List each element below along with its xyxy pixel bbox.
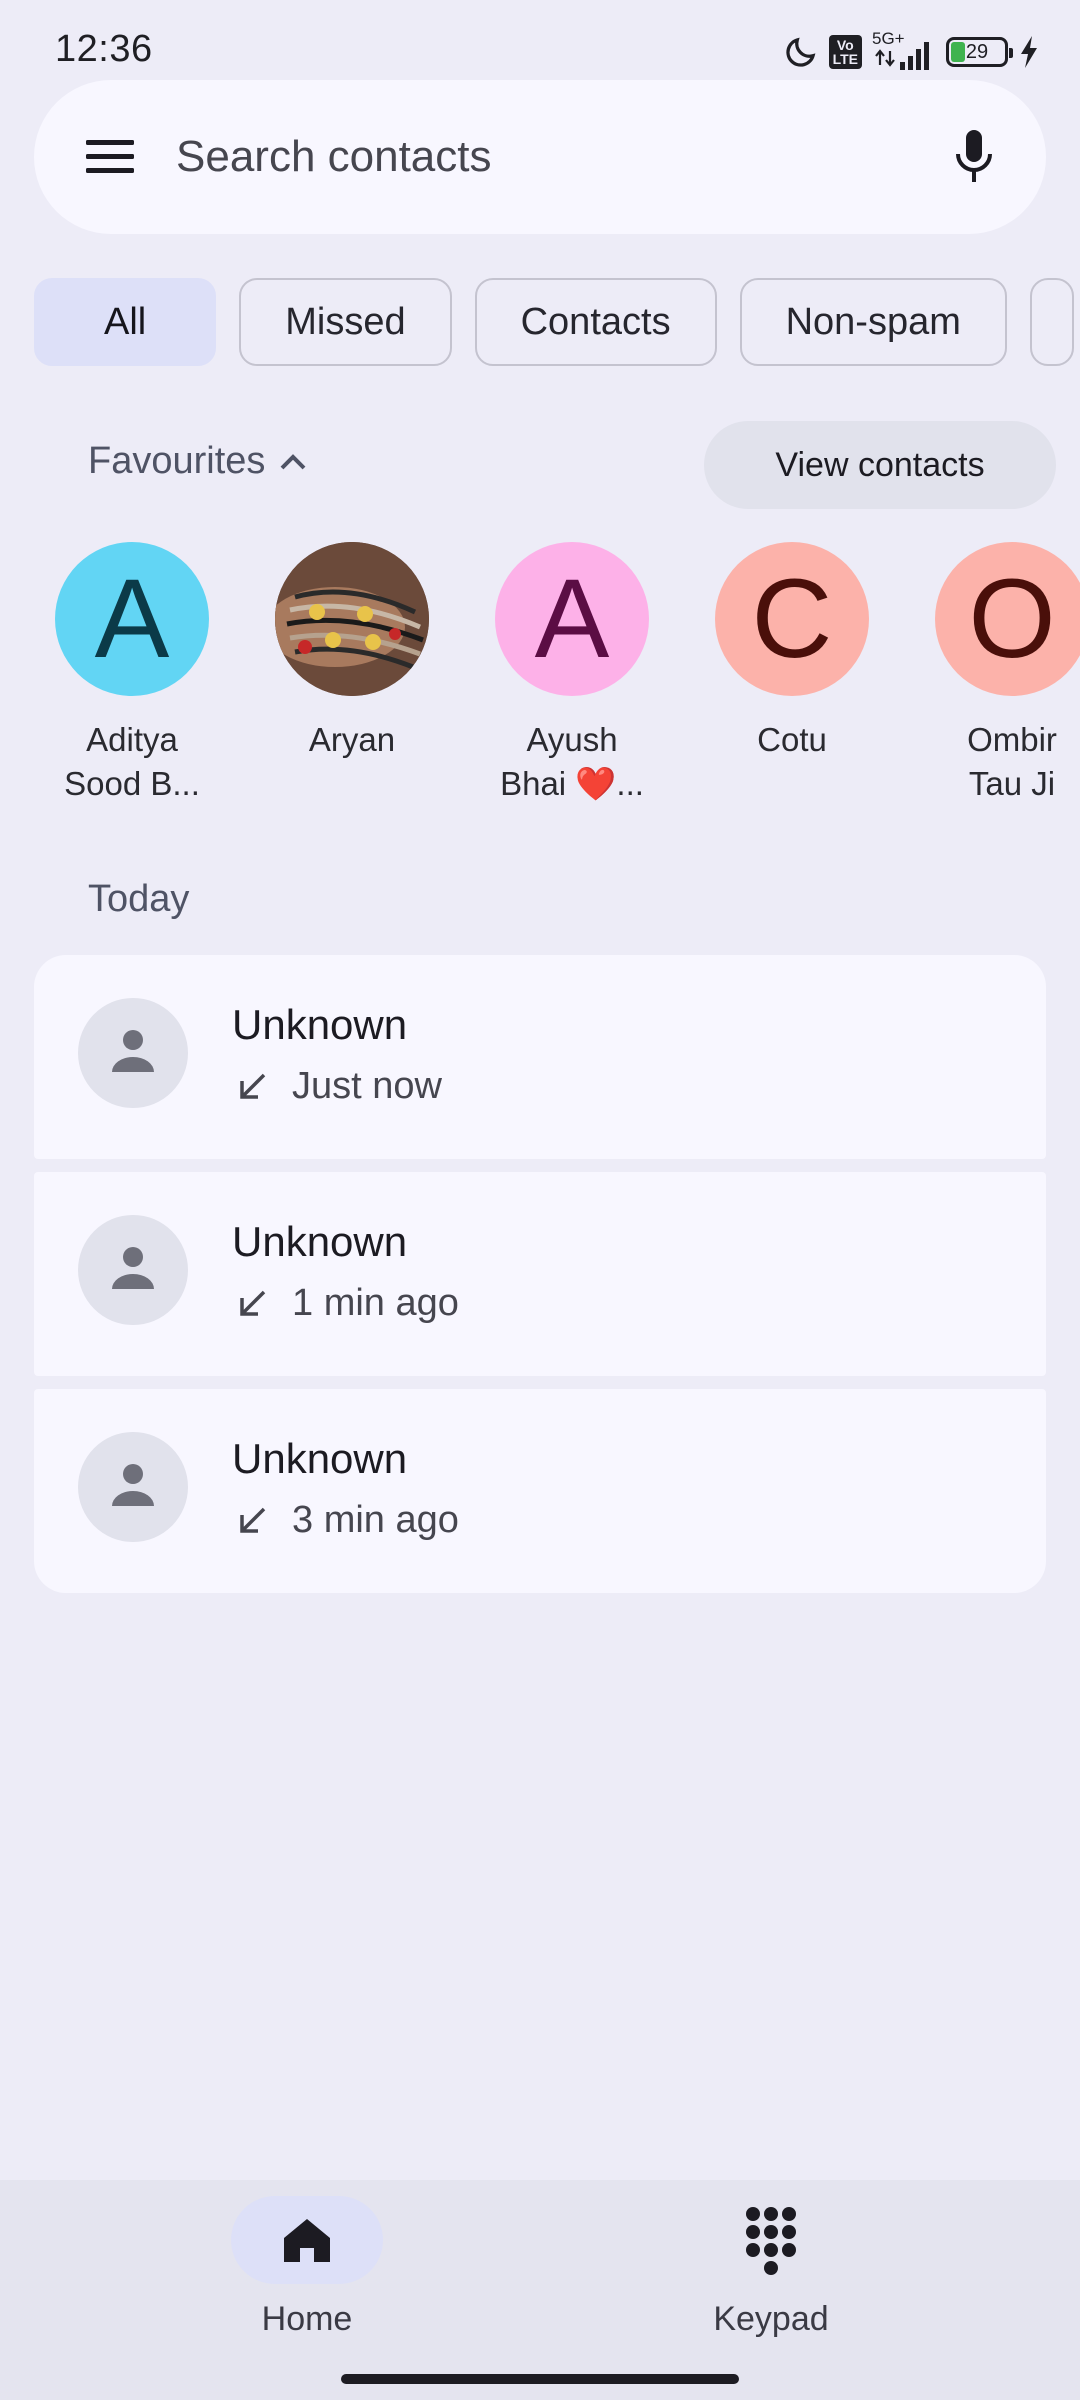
chip-all[interactable]: All [34,278,217,366]
caller-name: Unknown [232,1001,408,1048]
moon-icon [785,37,815,67]
favourites-title: Favourites [88,440,266,482]
status-icons: Vo LTE 5G+ 29 [783,30,1040,74]
avatar [78,1215,188,1325]
call-time: Just now [292,1065,442,1107]
incoming-call-icon [240,1290,266,1316]
avatar: C [715,542,869,696]
mic-icon[interactable] [942,124,1006,188]
battery-level: 29 [965,41,989,63]
favourite-name-line1: Aditya [86,721,178,758]
avatar: O [935,542,1080,696]
call-log-item[interactable]: Unknown 1 min ago [34,1172,1046,1376]
status-time: 12:36 [55,28,153,70]
call-log-item[interactable]: Unknown 3 min ago [34,1389,1046,1593]
volte-icon: Vo LTE [828,35,862,69]
battery-icon: 29 [946,37,1013,67]
bottom-navigation: Home Keypad [0,2180,1080,2400]
avatar [78,1432,188,1542]
signal-icon: 5G+ [872,30,936,72]
call-time: 3 min ago [292,1499,459,1541]
favourites-toggle[interactable]: Favourites [88,440,307,483]
chevron-up-icon [280,453,306,469]
chip-more[interactable] [1029,278,1074,366]
call-log-item[interactable]: Unknown Just now [34,955,1046,1159]
filter-chips: All Missed Contacts Non-spam [34,278,1074,366]
favourite-contact[interactable]: A Ayush Bhai ❤️... [462,542,682,806]
incoming-call-icon [240,1073,266,1099]
call-time: 1 min ago [292,1282,459,1324]
avatar-initial: A [534,556,610,681]
chip-contacts[interactable]: Contacts [474,278,717,366]
nav-home-button[interactable] [231,2196,383,2284]
favourite-contact[interactable]: O Ombir Tau Ji [902,542,1080,806]
avatar: A [495,542,649,696]
avatar-photo [275,542,429,696]
favourite-name-line2: Sood B... [64,765,200,802]
search-bar[interactable]: Search contacts [34,80,1046,234]
home-icon [284,2219,330,2262]
chip-missed[interactable]: Missed [239,278,452,366]
caller-name: Unknown [232,1218,408,1265]
favourite-contact[interactable]: C Cotu [682,542,902,762]
avatar [78,998,188,1108]
keypad-icon[interactable] [721,2204,821,2284]
favourite-contact[interactable]: A Aditya Sood B... [22,542,242,806]
home-indicator[interactable] [341,2374,739,2384]
charging-icon [1021,36,1037,68]
favourite-name-line2: Tau Ji [968,765,1056,802]
caller-name: Unknown [232,1435,408,1482]
avatar: A [55,542,209,696]
favourite-name-line1: Ombir [967,721,1057,758]
person-icon [112,1247,154,1289]
favourite-name-line1: Ayush [526,721,618,758]
favourite-contact[interactable]: Aryan [242,542,462,762]
favourite-name-line1: Cotu [757,721,827,758]
search-input[interactable]: Search contacts [176,132,492,182]
view-contacts-button[interactable]: View contacts [704,421,1056,509]
favourite-name-line2: Bhai ❤️... [500,765,644,802]
person-icon [112,1030,154,1072]
incoming-call-icon [240,1507,266,1533]
section-title-today: Today [88,878,190,920]
avatar-initial: O [968,556,1056,681]
avatar-initial: C [751,556,833,681]
menu-icon[interactable] [84,134,136,180]
nav-home-label[interactable]: Home [207,2300,407,2339]
favourite-name-line1: Aryan [308,721,396,758]
chip-non-spam[interactable]: Non-spam [739,278,1007,366]
nav-keypad-label[interactable]: Keypad [671,2300,871,2339]
person-icon [112,1464,154,1506]
avatar-initial: A [94,556,170,681]
